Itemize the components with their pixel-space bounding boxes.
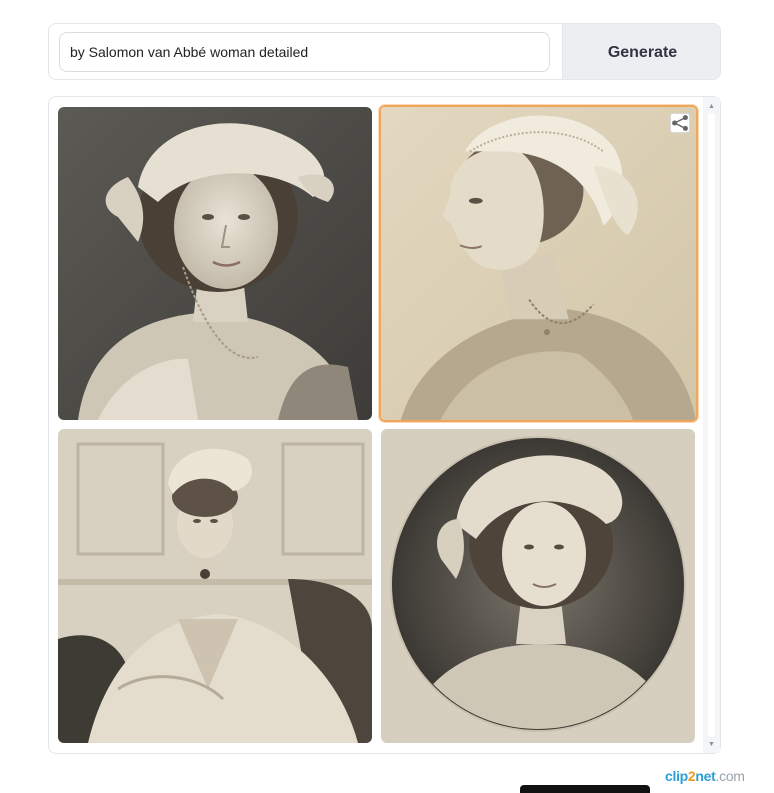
bottom-edge-bar <box>520 785 650 793</box>
watermark-part: net <box>695 768 716 784</box>
image-gallery <box>48 96 721 754</box>
scroll-up-arrow-icon[interactable]: ▲ <box>703 99 720 113</box>
portrait-image <box>381 107 696 420</box>
scroll-thumb[interactable] <box>708 113 715 737</box>
prompt-input[interactable] <box>59 32 550 72</box>
gallery-image-1[interactable] <box>58 107 372 420</box>
gallery-image-4[interactable] <box>381 429 695 743</box>
portrait-image <box>381 429 695 743</box>
portrait-image <box>58 107 372 420</box>
watermark-part: .com <box>715 768 745 784</box>
share-button[interactable] <box>670 113 690 133</box>
gallery-scrollbar[interactable]: ▲ ▼ <box>703 97 720 753</box>
watermark-part: clip <box>665 768 688 784</box>
portrait-image <box>58 429 372 743</box>
watermark-logo: clip2net.com <box>665 768 745 784</box>
share-icon <box>672 115 688 131</box>
prompt-bar: Generate <box>48 23 721 80</box>
gallery-image-2[interactable] <box>379 105 698 422</box>
gallery-image-3[interactable] <box>58 429 372 743</box>
scroll-down-arrow-icon[interactable]: ▼ <box>703 737 720 751</box>
generate-button[interactable]: Generate <box>562 24 720 79</box>
